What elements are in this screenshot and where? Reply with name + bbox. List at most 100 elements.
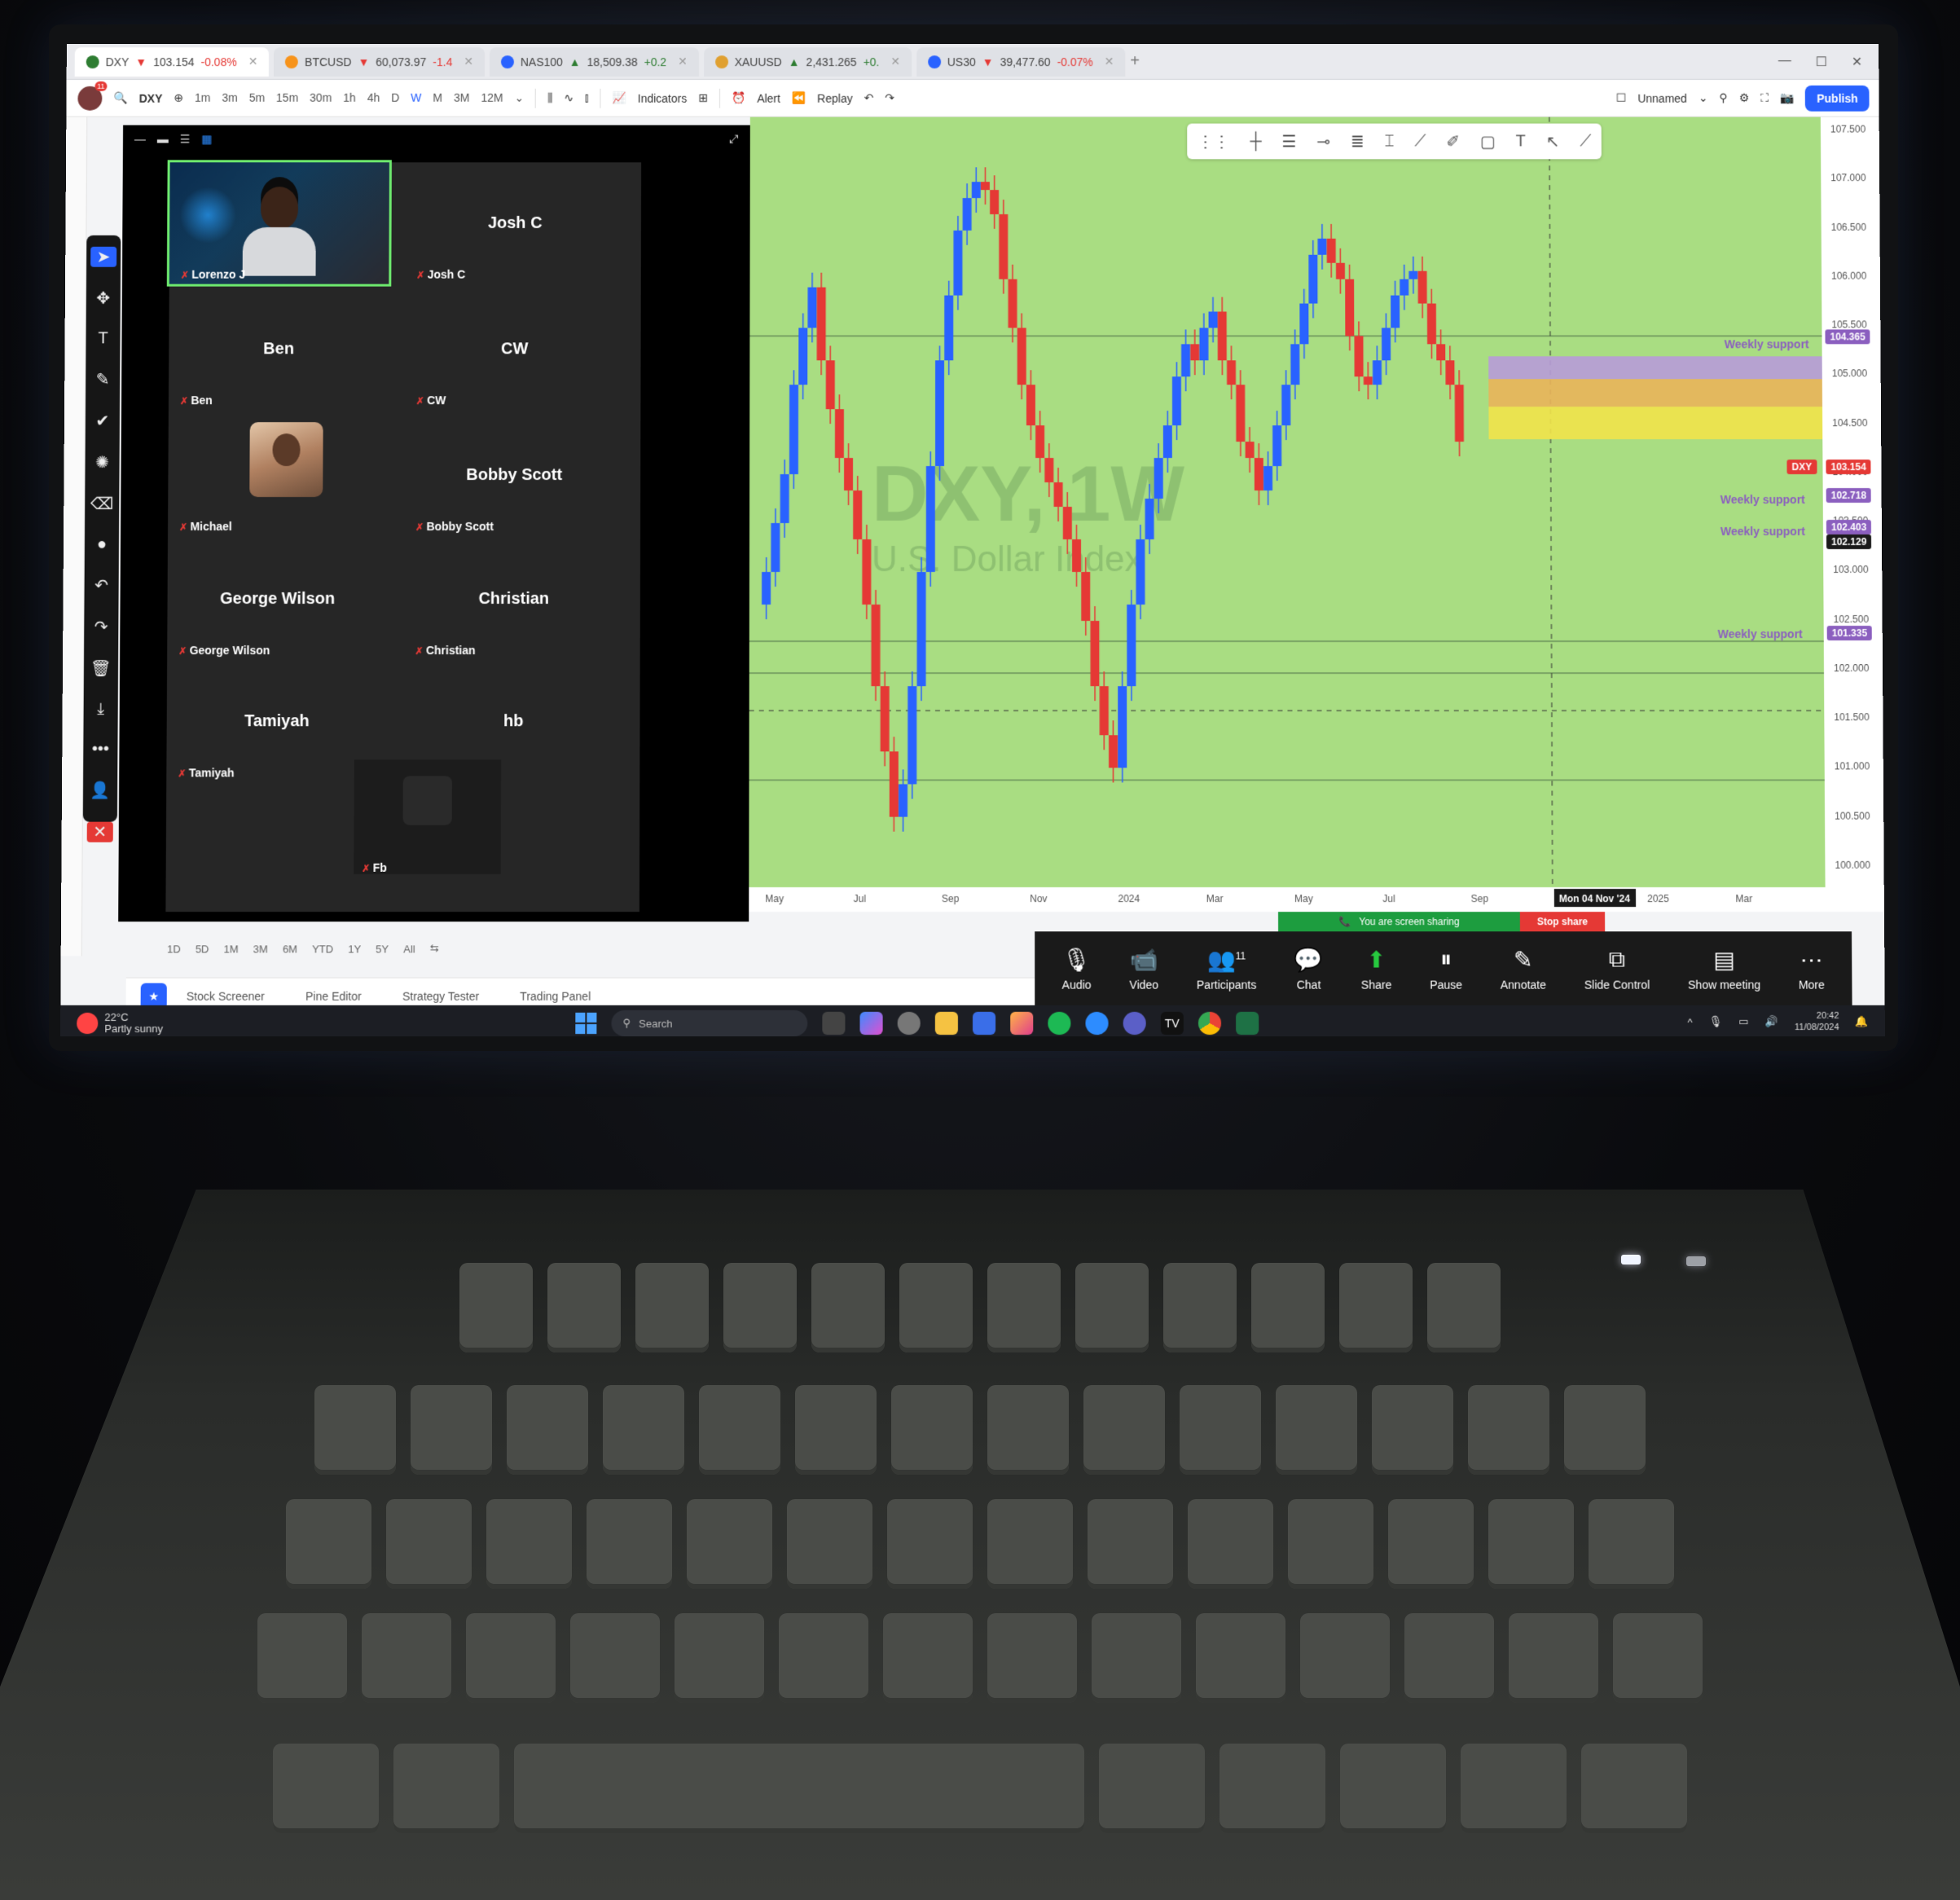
- microphone-icon[interactable]: 🎙: [1709, 1015, 1723, 1028]
- horizontal-line-icon[interactable]: ⊸: [1316, 131, 1330, 152]
- period-button[interactable]: YTD: [312, 943, 333, 955]
- brush-icon[interactable]: ✐: [1446, 131, 1460, 152]
- undo-icon[interactable]: ↶: [94, 575, 108, 596]
- settings-icon[interactable]: [897, 1011, 921, 1036]
- measure-icon[interactable]: ⌶: [1384, 132, 1394, 151]
- interval-button-selected[interactable]: W: [411, 91, 421, 105]
- participant-tile[interactable]: Fb: [354, 759, 502, 874]
- list-view-icon[interactable]: ☰: [180, 132, 191, 146]
- show-meeting-button[interactable]: ▤ Show meeting: [1688, 946, 1760, 991]
- arrow-icon[interactable]: ↖: [1546, 131, 1560, 152]
- pause-button[interactable]: ⏸ Pause: [1430, 946, 1462, 991]
- period-button[interactable]: All: [403, 943, 415, 955]
- redo-icon[interactable]: ↷: [885, 91, 894, 105]
- close-icon[interactable]: ✕: [890, 55, 900, 68]
- cursor-icon[interactable]: ➤: [90, 246, 117, 267]
- system-clock[interactable]: 20:42 11/08/2024: [1795, 1010, 1839, 1033]
- price-scale[interactable]: 107.500 107.000 106.500 106.000 105.500 105.0…: [1820, 117, 1885, 913]
- tab-stock-screener[interactable]: Stock Screener: [187, 989, 265, 1002]
- maximize-icon[interactable]: ☐: [1816, 54, 1827, 70]
- publish-button[interactable]: Publish: [1805, 85, 1870, 112]
- browser-tab-us30[interactable]: US30 ▼ 39,477.60 -0.07% ✕: [916, 46, 1126, 77]
- interval-button[interactable]: 12M: [481, 91, 503, 105]
- minimize-icon[interactable]: —: [1778, 54, 1791, 70]
- undo-icon[interactable]: ↶: [864, 91, 874, 105]
- settings-icon[interactable]: ⚙: [1739, 91, 1750, 105]
- interval-button[interactable]: D: [391, 91, 399, 105]
- browser-tab-btcusd[interactable]: BTCUSD ▼ 60,073.97 -1.4 ✕: [274, 46, 486, 77]
- spotify-icon[interactable]: [1048, 1011, 1071, 1036]
- participant-tile[interactable]: Michael: [168, 414, 389, 536]
- alert-button[interactable]: Alert: [757, 91, 780, 104]
- participant-tile[interactable]: Ben Ben: [169, 288, 389, 411]
- price-chart[interactable]: DXY, 1W U.S. Dollar Index May Jul Sep Nov 20…: [749, 117, 1826, 913]
- interval-button[interactable]: 3M: [454, 91, 469, 105]
- close-icon[interactable]: ✕: [678, 55, 688, 68]
- draw-icon[interactable]: ✎: [96, 369, 110, 389]
- trend-line-icon[interactable]: ⟋: [1414, 132, 1426, 151]
- rectangle-icon[interactable]: ▢: [1480, 131, 1496, 152]
- spotlight-icon[interactable]: ✺: [95, 452, 109, 473]
- participant-tile[interactable]: CW CW: [405, 288, 625, 411]
- date-range-icon[interactable]: ⇆: [430, 942, 439, 955]
- volume-icon[interactable]: 🔊: [1765, 1015, 1778, 1028]
- participant-tile[interactable]: Christian Christian: [403, 538, 624, 660]
- interval-button[interactable]: 4h: [367, 91, 380, 105]
- expand-icon[interactable]: ⤢: [730, 132, 739, 146]
- stop-share-button[interactable]: Stop share: [1519, 912, 1606, 932]
- ruler-icon[interactable]: ⟋: [1580, 132, 1591, 151]
- taskbar-search[interactable]: ⚲ Search: [611, 1009, 808, 1037]
- task-view-icon[interactable]: [822, 1011, 846, 1036]
- period-button[interactable]: 5D: [196, 943, 209, 955]
- interval-button[interactable]: 30m: [310, 91, 332, 105]
- interval-button[interactable]: 3m: [222, 91, 237, 105]
- bar-style-icon[interactable]: ⫾: [585, 91, 589, 105]
- period-button[interactable]: 5Y: [376, 943, 389, 955]
- pattern-icon[interactable]: ≣: [1351, 131, 1365, 152]
- video-button[interactable]: 📹 Video: [1129, 946, 1158, 991]
- new-tab-icon[interactable]: +: [1130, 52, 1140, 71]
- chat-button[interactable]: 💬 Chat: [1294, 946, 1323, 991]
- avatar[interactable]: [77, 86, 103, 111]
- copilot-icon[interactable]: [859, 1011, 883, 1036]
- windows-start-icon[interactable]: [575, 1012, 597, 1035]
- interval-button[interactable]: 1h: [343, 91, 356, 105]
- audio-button[interactable]: 🎙 Audio: [1062, 946, 1092, 991]
- participant-tile[interactable]: Bobby Scott Bobby Scott: [404, 414, 624, 536]
- participants-button[interactable]: 👥11 Participants: [1197, 946, 1256, 991]
- interval-button[interactable]: 5m: [249, 91, 265, 105]
- store-icon[interactable]: [973, 1011, 996, 1036]
- crosshair-icon[interactable]: ┼: [1250, 132, 1261, 151]
- annotate-button[interactable]: ✎ Annotate: [1501, 946, 1546, 991]
- user-icon[interactable]: 👤: [90, 780, 111, 800]
- tab-pine-editor[interactable]: Pine Editor: [305, 989, 362, 1002]
- photos-icon[interactable]: [1010, 1011, 1034, 1036]
- symbol-search[interactable]: DXY: [139, 91, 163, 104]
- browser-tab-nas100[interactable]: NAS100 ▲ 18,509.38 +0.2 ✕: [489, 46, 699, 77]
- interval-button[interactable]: 1m: [195, 91, 210, 105]
- text-icon[interactable]: T: [1516, 132, 1526, 151]
- notification-icon[interactable]: 🔔: [1855, 1015, 1868, 1028]
- format-icon[interactable]: ●: [97, 535, 107, 554]
- chevron-up-icon[interactable]: ^: [1687, 1015, 1692, 1027]
- tab-strategy-tester[interactable]: Strategy Tester: [402, 989, 479, 1002]
- candles-icon[interactable]: ⫼: [547, 91, 552, 105]
- participant-tile[interactable]: Lorenzo J: [166, 160, 392, 287]
- clear-icon[interactable]: 🗑: [90, 658, 112, 679]
- add-symbol-icon[interactable]: ⊕: [174, 91, 183, 105]
- browser-tab-xauusd[interactable]: XAUUSD ▲ 2,431.265 +0. ✕: [703, 46, 912, 77]
- drag-handle-icon[interactable]: ⋮⋮: [1198, 131, 1230, 152]
- close-annotate-icon[interactable]: ✕: [86, 821, 113, 842]
- speaker-view-icon[interactable]: ▬: [157, 133, 169, 146]
- browser-tab-dxy[interactable]: DXY ▼ 103.154 -0.08% ✕: [74, 46, 270, 77]
- eraser-icon[interactable]: ⌫: [90, 494, 113, 514]
- compare-icon[interactable]: ∿: [564, 91, 573, 105]
- quick-search-icon[interactable]: ⚲: [1719, 91, 1727, 105]
- interval-button[interactable]: M: [433, 91, 442, 105]
- chrome-icon[interactable]: [1198, 1011, 1222, 1036]
- share-button[interactable]: ⬆ Share: [1361, 946, 1392, 991]
- more-icon[interactable]: •••: [92, 740, 109, 759]
- camera-icon[interactable]: 📷: [1780, 91, 1794, 105]
- zoom-icon[interactable]: [1085, 1011, 1109, 1036]
- slide-control-button[interactable]: ⧉ Slide Control: [1584, 946, 1650, 991]
